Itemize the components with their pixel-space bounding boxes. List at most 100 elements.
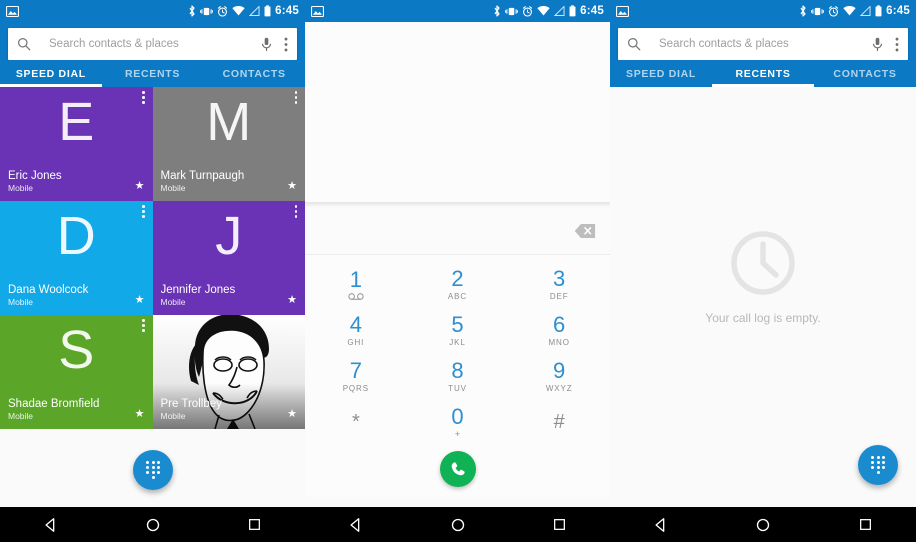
status-bar: 6:45 [305,0,610,22]
favorite-star-icon: ★ [287,180,297,192]
dialpad-fab-button[interactable] [858,445,898,485]
tab-bar: SPEED DIAL RECENTS CONTACTS [610,60,916,87]
contact-name: Dana Woolcock [8,283,89,296]
dialpad-key-7[interactable]: 7 PQRS [305,353,407,399]
dialpad-key-7-digit: 7 [349,357,362,383]
speed-dial-tile[interactable]: S Shadae Bromfield Mobile ★ [0,315,153,429]
speed-dial-tile[interactable]: D Dana Woolcock Mobile ★ [0,201,153,315]
dialpad-key-pound[interactable]: # [508,399,610,445]
contact-name: Mark Turnpaugh [160,169,245,182]
tab-speed-dial-label: SPEED DIAL [15,67,86,80]
signal-icon [554,6,565,16]
dialpad-key-6-digit: 6 [553,311,566,337]
image-icon [6,5,19,17]
dialpad-key-3-digit: 3 [553,265,566,291]
backspace-icon[interactable] [574,223,596,239]
tab-speed-dial[interactable]: SPEED DIAL [0,60,102,87]
home-circle-icon[interactable] [755,517,771,533]
screenshot-root: 6:45 Search contacts & places SPEED DIAL… [0,0,916,542]
dialpad-key-star[interactable]: * [305,399,407,445]
dialed-number-field[interactable] [305,207,610,255]
battery-icon [569,5,576,17]
search-input[interactable]: Search contacts & places [49,38,261,50]
dialpad-icon [871,455,885,475]
tab-bar: SPEED DIAL RECENTS CONTACTS [0,60,305,87]
contact-number-type: Mobile [160,410,186,421]
dialpad-key-5[interactable]: 5 JKL [407,307,509,353]
tile-overflow-icon[interactable] [142,205,145,218]
android-nav-bar [305,507,610,542]
contact-number-type: Mobile [160,296,186,307]
speed-dial-tile[interactable]: M Mark Turnpaugh Mobile ★ [152,87,305,201]
contact-number-type: Mobile [8,410,34,421]
dialpad-key-8[interactable]: 8 TUV [407,353,509,399]
phone-app-recents-panel: 6:45 Search contacts & places SPEED DIAL… [610,0,916,542]
dialpad-fab-button[interactable] [133,450,173,490]
tile-overflow-icon[interactable] [294,91,297,104]
status-bar-system-icons: 6:45 [188,5,299,17]
overflow-menu-icon[interactable] [895,37,899,52]
back-triangle-icon[interactable] [43,517,59,533]
vibrate-icon [811,7,825,15]
tab-contacts[interactable]: CONTACTS [203,60,305,87]
recents-square-icon[interactable] [247,517,262,532]
tab-recents[interactable]: RECENTS [102,60,204,87]
contact-initial: D [56,206,96,266]
tile-overflow-icon[interactable] [142,319,145,332]
dialpad-key-9[interactable]: 9 WXYZ [508,353,610,399]
voicemail-icon [348,292,364,300]
empty-call-log-message: Your call log is empty. [705,311,821,325]
tab-contacts-label: CONTACTS [833,67,897,80]
microphone-icon[interactable] [261,37,272,52]
dialpad-key-6[interactable]: 6 MNO [508,307,610,353]
tab-contacts-label: CONTACTS [222,67,286,80]
bluetooth-icon [494,5,500,17]
favorite-star-icon: ★ [134,294,145,306]
dialer-blank-area [305,22,610,202]
dialpad-key-0[interactable]: 0 + [407,399,509,445]
home-circle-icon[interactable] [450,517,466,533]
recents-square-icon[interactable] [858,517,873,532]
dialpad-key-1[interactable]: 1 [305,261,407,307]
dialpad-key-2[interactable]: 2 ABC [407,261,509,307]
alarm-icon [218,5,228,17]
contact-number-type: Mobile [160,182,186,193]
signal-icon [860,6,871,16]
tile-overflow-icon[interactable] [142,91,145,104]
back-triangle-icon[interactable] [653,517,669,533]
speed-dial-tile[interactable]: Pre Trollbey Mobile ★ [152,315,305,429]
contact-initial: S [58,320,95,380]
contact-initial: M [206,92,252,152]
tab-speed-dial[interactable]: SPEED DIAL [610,60,712,87]
dialpad-key-9-letters: WXYZ [545,383,573,393]
search-input[interactable]: Search contacts & places [659,38,872,50]
dialpad-key-3[interactable]: 3 DEF [508,261,610,307]
search-bar[interactable]: Search contacts & places [8,28,297,60]
status-bar-notifications [6,5,19,17]
contact-name: Jennifer Jones [160,283,236,296]
microphone-icon[interactable] [872,37,883,52]
speed-dial-tile[interactable]: J Jennifer Jones Mobile ★ [152,201,305,315]
dialpad-key-5-letters: JKL [449,337,466,347]
dialpad-key-4[interactable]: 4 GHI [305,307,407,353]
image-icon [616,5,629,17]
dialpad-row: * 0 + # [305,399,610,445]
tab-contacts[interactable]: CONTACTS [814,60,916,87]
home-circle-icon[interactable] [145,517,161,533]
dialpad-row: 1 2 ABC 3 DEF [305,261,610,307]
tile-overflow-icon[interactable] [294,205,297,218]
dialpad-key-pound-glyph: # [553,411,565,433]
contact-name: Shadae Bromfield [8,397,100,410]
dialpad-key-0-plus: + [454,428,461,439]
recents-square-icon[interactable] [552,517,567,532]
call-button[interactable] [439,451,476,487]
tile-overflow-icon[interactable] [294,319,297,332]
search-bar[interactable]: Search contacts & places [618,28,908,60]
back-triangle-icon[interactable] [348,517,364,533]
favorite-star-icon: ★ [134,408,145,420]
android-nav-bar [610,507,916,542]
status-bar-notifications [311,5,324,17]
overflow-menu-icon[interactable] [284,37,288,52]
tab-recents[interactable]: RECENTS [712,60,814,87]
speed-dial-tile[interactable]: E Eric Jones Mobile ★ [0,87,153,201]
